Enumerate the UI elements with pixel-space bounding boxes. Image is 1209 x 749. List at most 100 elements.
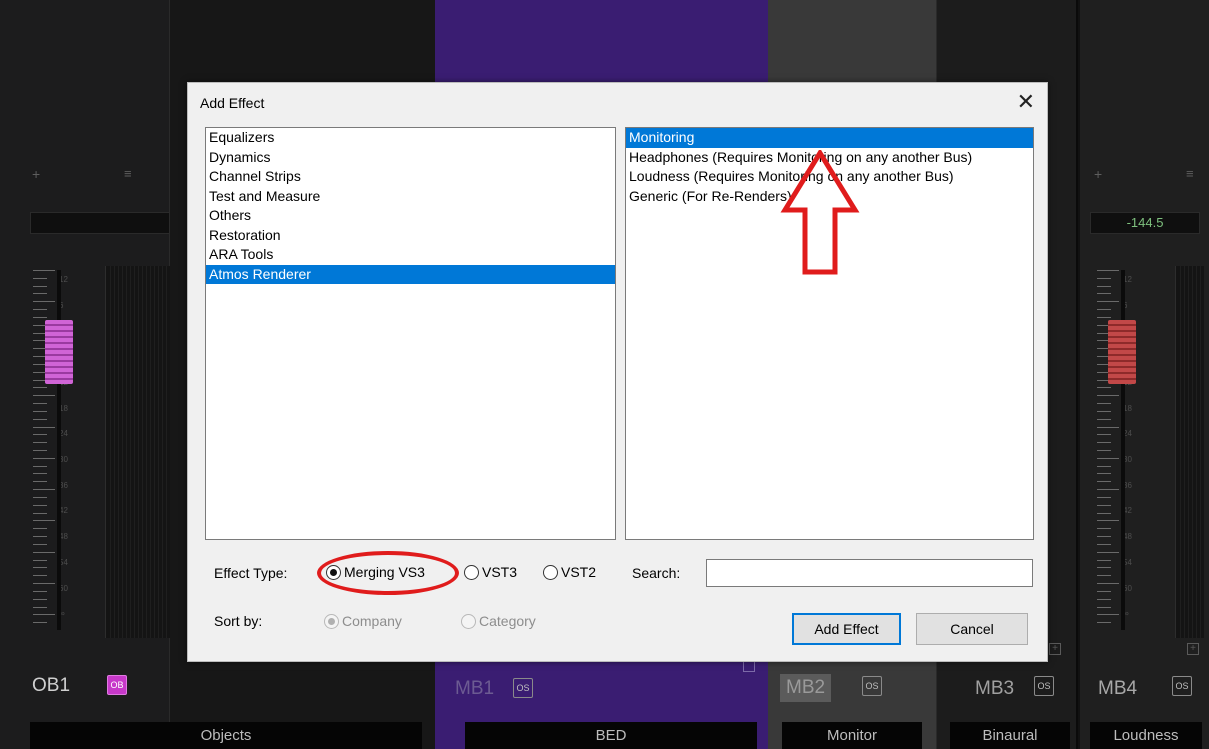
scale-tick [1097,434,1111,436]
channel-name-ob1: OB1 [32,675,71,696]
search-label: Search: [632,565,681,581]
scale-tick [1097,450,1111,451]
bus-label-binaural[interactable]: Binaural [950,722,1070,749]
scale-tick [1097,559,1111,561]
expand-icon-mb3[interactable]: + [1049,643,1061,655]
scale-tick [33,520,55,522]
meter-segment [1188,266,1189,638]
meter-segment [1196,266,1197,638]
list-item[interactable]: Atmos Renderer [206,264,615,284]
scale-tick [33,536,47,538]
scale-tick [33,270,55,271]
list-item[interactable]: Others [206,206,615,226]
db-readout-mb4: -144.5 [1090,212,1200,234]
list-item[interactable]: Restoration [206,226,615,246]
scale-tick [1097,316,1111,318]
scale-tick [1097,489,1119,491]
meter-segment [1204,266,1205,638]
scale-tick [1097,309,1111,311]
ob-badge[interactable]: OB [107,675,127,695]
channel-name-mb3: MB3 [975,678,1015,699]
radio-sort-category[interactable]: Category [461,613,536,629]
scale-tick [1097,590,1111,592]
scale-tick [33,504,47,506]
meter-segment [166,266,167,638]
meter-segment [158,266,159,638]
list-item[interactable]: Test and Measure [206,187,615,207]
add-effect-button[interactable]: Add Effect [792,613,901,645]
meter-segment [1184,266,1185,638]
scale-tick [1097,270,1119,271]
scale-tick [33,473,47,475]
bus-label-loudness[interactable]: Loudness [1090,722,1202,749]
scale-tick [33,285,47,287]
list-item[interactable]: Equalizers [206,128,615,148]
add-effect-dialog: Add Effect ✕ Equalizers Dynamics Channel S… [187,82,1048,662]
search-input[interactable] [706,559,1033,587]
scale-tick [33,301,55,303]
meter-segment [142,266,143,638]
os-badge-mb1[interactable]: OS [513,678,533,698]
meter-segment [1200,266,1201,638]
radio-label: VST3 [482,564,518,580]
scale-tick [1097,606,1111,608]
scale-tick [1097,293,1111,295]
radio-vst3[interactable]: VST3 [464,564,517,580]
scale-tick [33,559,47,561]
category-list[interactable]: Equalizers Dynamics Channel Strips Test and… [205,127,616,540]
scale-tick [1097,301,1119,303]
os-badge-mb2[interactable]: OS [862,676,882,696]
scale-tick [33,309,47,311]
scale-tick [1097,575,1111,577]
effect-type-label: Effect Type: [214,565,288,581]
menu-icon-mb4[interactable]: ≡ [1186,166,1194,181]
os-badge-mb3[interactable]: OS [1034,676,1054,696]
meter-segment [134,266,135,638]
list-item[interactable]: Monitoring [626,128,1033,148]
scale-tick [33,528,47,530]
annotation-arrow-icon [780,150,860,275]
bus-label-bed[interactable]: BED [465,722,757,749]
scale-tick [1097,473,1111,475]
dialog-title: Add Effect [200,95,265,111]
radio-vst2[interactable]: VST2 [543,564,596,580]
radio-sort-company[interactable]: Company [324,613,402,629]
scale-tick [33,622,47,624]
add-plugin-icon-mb4[interactable]: + [1094,166,1102,182]
meter-segment [146,266,147,638]
scale-tick [33,434,47,436]
volume-fader-ob1[interactable] [45,320,73,384]
meter-segment [138,266,139,638]
scale-tick [33,450,47,451]
scale-tick [33,457,55,459]
radio-indicator [464,564,479,580]
volume-fader-mb4[interactable] [1108,320,1136,384]
scale-tick [33,590,47,592]
scale-tick [33,606,47,608]
scale-tick [1097,543,1111,545]
add-plugin-icon[interactable]: + [32,166,40,182]
bus-label-objects[interactable]: Objects [30,722,422,749]
scale-tick [1097,418,1111,420]
radio-merging-vs3[interactable]: Merging VS3 [326,564,425,580]
scale-tick [33,481,47,483]
scale-tick [33,277,47,279]
list-item[interactable]: Dynamics [206,148,615,168]
expand-icon-mb4[interactable]: + [1187,643,1199,655]
scale-tick [1097,442,1111,444]
bus-label-monitor[interactable]: Monitor [782,722,922,749]
scale-tick [33,410,47,412]
meter-segment [114,266,115,638]
meter-segment [154,266,155,638]
cancel-button[interactable]: Cancel [916,613,1028,645]
scale-tick [33,395,55,397]
scale-tick [33,489,55,491]
radio-indicator [324,613,339,629]
list-item[interactable]: Channel Strips [206,167,615,187]
list-item[interactable]: ARA Tools [206,245,615,265]
radio-label: VST2 [561,564,597,580]
os-badge-mb4[interactable]: OS [1172,676,1192,696]
scale-tick [33,496,47,498]
menu-icon[interactable]: ≡ [124,166,132,181]
close-icon[interactable]: ✕ [1017,91,1035,113]
